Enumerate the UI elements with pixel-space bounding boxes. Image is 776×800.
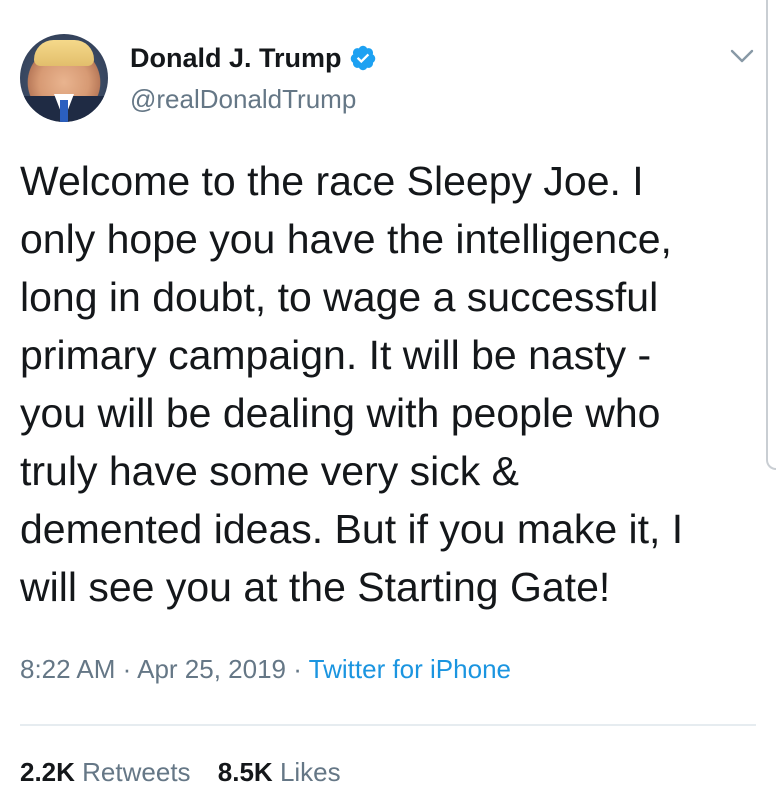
meta-separator: · xyxy=(122,654,132,684)
user-handle[interactable]: @realDonaldTrump xyxy=(130,84,356,115)
tweet-metadata: 8:22 AM · Apr 25, 2019 · Twitter for iPh… xyxy=(20,654,511,685)
tweet-text-line: will see you at the Starting Gate! xyxy=(20,564,611,610)
meta-separator: · xyxy=(293,654,302,684)
tweet-text-line: Welcome to the race Sleepy Joe. I xyxy=(20,158,644,204)
likes-count: 8.5K xyxy=(217,757,273,787)
display-name[interactable]: Donald J. Trump xyxy=(130,43,342,74)
verified-badge-icon xyxy=(350,45,375,71)
tweet-text: Welcome to the race Sleepy Joe. I only h… xyxy=(20,152,750,616)
avatar-tie xyxy=(60,100,68,122)
scrollbar-edge xyxy=(766,0,776,470)
tweet-card: Donald J. Trump @realDonaldTrump Welcome… xyxy=(0,0,776,800)
chevron-down-icon[interactable] xyxy=(726,42,758,70)
retweets-label: Retweets xyxy=(82,757,191,787)
tweet-text-line: demented ideas. But if you make it, I xyxy=(20,506,684,552)
tweet-stats: 2.2K Retweets 8.5K Likes xyxy=(20,757,341,788)
tweet-text-line: truly have some very sick & xyxy=(20,448,519,494)
tweet-date[interactable]: Apr 25, 2019 xyxy=(137,654,286,684)
retweets-stat[interactable]: 2.2K Retweets xyxy=(20,757,191,788)
avatar-hair xyxy=(34,40,94,66)
tweet-text-line: you will be dealing with people who xyxy=(20,390,661,436)
tweet-source-link[interactable]: Twitter for iPhone xyxy=(309,654,511,684)
retweets-count: 2.2K xyxy=(20,757,75,787)
divider xyxy=(20,724,756,726)
likes-stat[interactable]: 8.5K Likes xyxy=(218,757,341,788)
tweet-text-line: long in doubt, to wage a successful xyxy=(20,274,659,320)
tweet-time[interactable]: 8:22 AM xyxy=(20,654,115,684)
author-name-row[interactable]: Donald J. Trump xyxy=(130,40,377,76)
avatar[interactable] xyxy=(20,34,108,122)
tweet-text-line: primary campaign. It will be nasty - xyxy=(20,332,652,378)
tweet-text-line: only hope you have the intelligence, xyxy=(20,216,672,262)
likes-label: Likes xyxy=(279,757,341,787)
